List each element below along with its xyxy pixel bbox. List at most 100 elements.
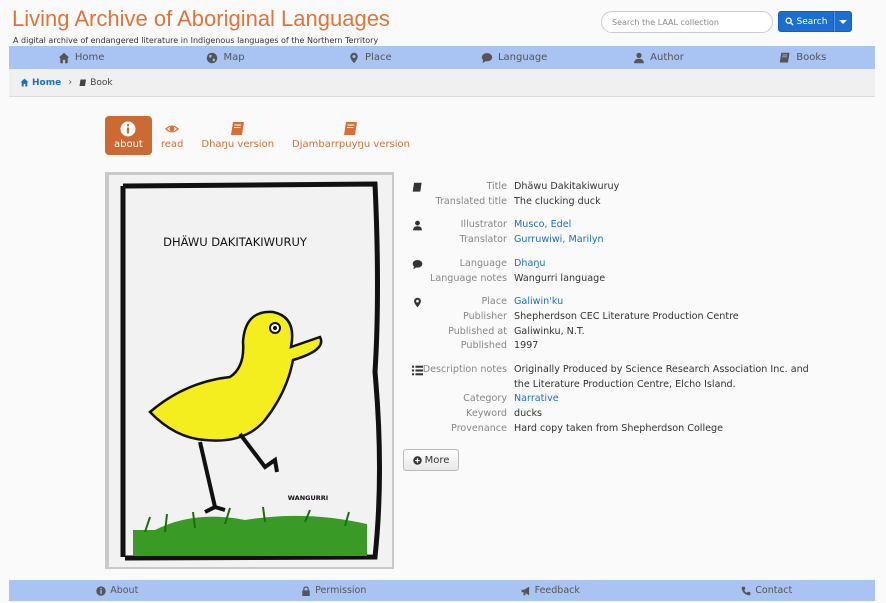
translator-link[interactable]: Gurruwiwi, Marilyn	[514, 233, 814, 248]
main-nav: Home Map Place Language Author Books	[9, 46, 875, 69]
map-marker-icon	[414, 297, 421, 308]
publisher-label: Publisher	[462, 310, 507, 322]
nav-books[interactable]: Books	[731, 46, 875, 69]
search-icon	[785, 17, 794, 26]
tab-djambarrpuyngu-version[interactable]: Djambarrpuyŋu version	[283, 116, 419, 155]
home-icon	[58, 52, 70, 63]
book-icon	[780, 52, 790, 62]
footer-about-label: About	[110, 585, 139, 596]
more-button-label: More	[424, 454, 450, 466]
nav-home[interactable]: Home	[9, 46, 153, 69]
published-label: Published	[460, 340, 507, 352]
footer-feedback-label: Feedback	[534, 585, 580, 596]
footer-feedback[interactable]: Feedback	[442, 580, 659, 601]
breadcrumb-current: Book	[79, 77, 113, 88]
book-tabs: about read Dhaŋu version Djambarrpuyŋu v…	[105, 116, 419, 155]
nav-place-label: Place	[365, 52, 392, 63]
description-group: Description notes Originally Produced by …	[408, 363, 848, 437]
provenance: Hard copy taken from Shepherdson College	[514, 422, 724, 434]
nav-language-label: Language	[497, 52, 548, 63]
title-label: Title	[486, 181, 507, 192]
footer-contact[interactable]: Contact	[659, 580, 876, 601]
footer-nav: About Permission Feedback Contact	[9, 580, 875, 601]
cover-footer-text: WANGURRI	[288, 494, 328, 502]
nav-author-label: Author	[650, 52, 684, 63]
illustrator-label: Illustrator	[460, 219, 507, 231]
tab-about-label: about	[114, 139, 143, 150]
site-subtitle: A digital archive of endangered literatu…	[13, 36, 379, 45]
book-icon	[230, 122, 244, 135]
nav-map-label: Map	[223, 52, 245, 63]
nav-home-label: Home	[74, 52, 105, 63]
category-label: Category	[463, 393, 507, 405]
publisher: Shepherdson CEC Literature Production Ce…	[514, 310, 739, 322]
language-notes: Wangurri language	[514, 272, 606, 284]
translated-title-label: Translated title	[435, 195, 507, 207]
published-at-label: Published at	[448, 325, 507, 337]
speech-bubble-icon	[412, 259, 423, 270]
map-marker-icon	[350, 52, 358, 63]
breadcrumb-home[interactable]: Home	[20, 78, 61, 88]
published-year: 1997	[514, 340, 539, 352]
breadcrumb-home-label: Home	[32, 77, 62, 88]
category-link[interactable]: Narrative	[514, 392, 814, 407]
phone-icon	[741, 586, 751, 595]
info-icon	[120, 121, 136, 137]
place-label: Place	[481, 296, 507, 308]
keyword-label: Keyword	[466, 408, 507, 420]
search-input[interactable]	[601, 11, 773, 33]
search-button-label: Search	[796, 16, 828, 27]
book-icon	[412, 182, 422, 192]
breadcrumb-current-label: Book	[90, 77, 113, 88]
provenance-label: Provenance	[450, 422, 507, 434]
home-icon	[20, 78, 29, 87]
translator-label: Translator	[459, 234, 507, 246]
translated-title: The clucking duck	[514, 195, 601, 207]
tab-read[interactable]: read	[152, 116, 193, 155]
book-cover-image[interactable]: DHÄWU DAKITAKIWURUY WANGURRI	[105, 172, 394, 569]
illustrator-link[interactable]: Musco, Edel	[514, 218, 814, 233]
footer-permission-label: Permission	[315, 585, 367, 596]
nav-books-label: Books	[796, 52, 827, 63]
language-label: Language	[459, 257, 507, 269]
description-notes: Originally Produced by Science Research …	[514, 364, 809, 390]
search-button[interactable]: Search	[778, 11, 834, 32]
list-icon	[412, 365, 423, 376]
book-details: Title Dhäwu Dakitakiwuruy Translated titl…	[408, 180, 848, 446]
tab-djambarrpuyngu-version-label: Djambarrpuyŋu version	[292, 139, 411, 150]
book-title: Dhäwu Dakitakiwuruy	[514, 181, 620, 192]
tab-about[interactable]: about	[105, 116, 152, 155]
nav-author[interactable]: Author	[586, 46, 730, 69]
language-group: Language Dhaŋu Language notes Wangurri lan…	[408, 257, 848, 286]
info-icon	[96, 585, 106, 596]
book-icon	[344, 122, 358, 135]
site-title[interactable]: Living Archive of Aboriginal Languages	[12, 6, 390, 32]
keyword: ducks	[514, 408, 542, 420]
user-icon	[413, 221, 422, 231]
tab-dhangu-version[interactable]: Dhaŋu version	[192, 116, 283, 155]
lock-icon	[302, 585, 310, 596]
speech-bubble-icon	[481, 52, 493, 63]
published-at: Galiwinku, N.T.	[514, 325, 585, 337]
book-icon	[79, 79, 87, 86]
plus-circle-icon	[412, 455, 422, 465]
place-link[interactable]: Galiwin'ku	[514, 295, 814, 310]
globe-icon	[207, 52, 218, 63]
search-options-toggle[interactable]	[834, 11, 852, 32]
eye-icon	[165, 125, 180, 133]
language-notes-label: Language notes	[429, 272, 507, 284]
footer-about[interactable]: About	[9, 580, 226, 601]
nav-map[interactable]: Map	[153, 46, 297, 69]
footer-permission[interactable]: Permission	[226, 580, 443, 601]
user-icon	[634, 52, 645, 63]
bullhorn-icon	[521, 586, 529, 595]
more-button[interactable]: More	[403, 449, 459, 471]
footer-contact-label: Contact	[755, 585, 793, 596]
nav-language[interactable]: Language	[442, 46, 586, 69]
description-label: Description notes	[422, 364, 507, 376]
publication-group: Place Galiwin'ku Publisher Shepherdson CEC…	[408, 295, 848, 354]
chevron-right-icon: ›	[68, 77, 73, 88]
tab-read-label: read	[160, 139, 184, 150]
language-link[interactable]: Dhaŋu	[514, 257, 814, 272]
nav-place[interactable]: Place	[298, 46, 442, 69]
